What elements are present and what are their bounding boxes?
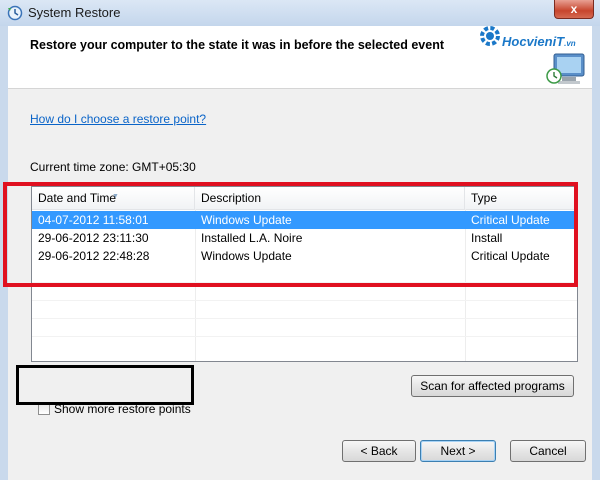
cancel-button[interactable]: Cancel <box>510 440 586 462</box>
grid-line <box>32 336 577 337</box>
back-button[interactable]: < Back <box>342 440 416 462</box>
logo-suffix: .vn <box>564 39 576 48</box>
next-button[interactable]: Next > <box>420 440 496 462</box>
system-restore-icon <box>7 5 23 21</box>
logo: HocvieniT.vn <box>474 16 592 88</box>
timezone-label: Current time zone: GMT+05:30 <box>30 160 196 174</box>
highlight-box-red <box>3 182 578 287</box>
header-text: Restore your computer to the state it wa… <box>30 38 444 52</box>
dialog-header: Restore your computer to the state it wa… <box>8 26 592 89</box>
window-title: System Restore <box>28 5 121 20</box>
grid-line <box>32 300 577 301</box>
gear-icon <box>480 26 500 46</box>
grid-line <box>32 318 577 319</box>
scan-affected-programs-button[interactable]: Scan for affected programs <box>411 375 574 397</box>
help-link[interactable]: How do I choose a restore point? <box>30 112 206 126</box>
highlight-box-black <box>16 365 194 405</box>
computer-restore-icon <box>546 53 585 84</box>
logo-text: HocvieniT.vn <box>502 34 576 49</box>
